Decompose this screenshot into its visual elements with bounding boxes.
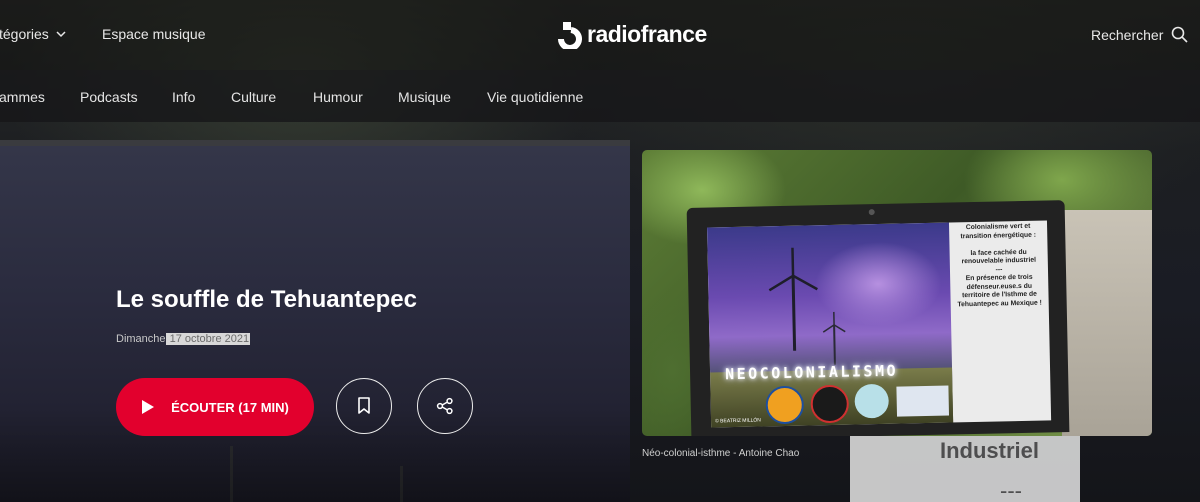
espace-musique-link[interactable]: Espace musique bbox=[102, 26, 206, 42]
logo-badge bbox=[896, 385, 950, 417]
background-turbine bbox=[400, 466, 403, 502]
bookmark-button[interactable] bbox=[336, 378, 392, 434]
background-turbine bbox=[230, 446, 233, 502]
episode-day: Dimanche bbox=[116, 333, 166, 345]
background-laptop-screen bbox=[0, 140, 630, 502]
laptop-camera bbox=[868, 209, 875, 216]
search-label: Rechercher bbox=[1091, 26, 1164, 43]
search-button[interactable]: Rechercher bbox=[1091, 26, 1188, 43]
radiofrance-logo-icon bbox=[558, 22, 582, 49]
bookmark-icon bbox=[358, 397, 370, 414]
logo-text: radiofrance bbox=[587, 20, 707, 47]
episode-date-value: 17 octobre 2021 bbox=[165, 333, 251, 345]
nav-item-vie-quotidienne[interactable]: Vie quotidienne bbox=[487, 89, 583, 105]
background-slide-dash: --- bbox=[1000, 478, 1022, 502]
share-button[interactable] bbox=[417, 378, 473, 434]
cover-caption: Néo-colonial-isthme - Antoine Chao bbox=[642, 448, 800, 459]
listen-button[interactable]: ÉCOUTER (17 MIN) bbox=[116, 378, 314, 436]
search-icon bbox=[1172, 26, 1188, 43]
nav-item-musique[interactable]: Musique bbox=[398, 89, 451, 105]
nav-item-programmes[interactable]: ammes bbox=[0, 89, 45, 105]
categories-menu[interactable]: tégories bbox=[0, 26, 67, 42]
radiofrance-logo[interactable]: radiofrance bbox=[557, 19, 707, 49]
episode-date: Dimanche 17 octobre 2021 bbox=[116, 333, 251, 345]
slide-photo: NEOCOLONIALISMO © BEATRIZ MILLÓN bbox=[707, 222, 954, 428]
slide-copyright: © BEATRIZ MILLÓN bbox=[715, 417, 761, 425]
categories-label: tégories bbox=[0, 26, 49, 42]
slide-title: NEOCOLONIALISMO bbox=[724, 361, 899, 384]
slide-text: Colonialisme vert et transition énergéti… bbox=[957, 222, 1042, 308]
cover-laptop: NEOCOLONIALISMO © BEATRIZ MILLÓN Colonia… bbox=[686, 200, 1070, 436]
top-header: tégories Espace musique radiofrance Rech… bbox=[0, 0, 1200, 70]
listen-label: ÉCOUTER (17 MIN) bbox=[171, 399, 289, 415]
laptop-screen: NEOCOLONIALISMO © BEATRIZ MILLÓN Colonia… bbox=[707, 220, 1052, 428]
episode-cover-image: NEOCOLONIALISMO © BEATRIZ MILLÓN Colonia… bbox=[642, 150, 1152, 436]
cover-wall bbox=[1062, 210, 1152, 436]
nav-item-info[interactable]: Info bbox=[172, 89, 195, 105]
nav-item-culture[interactable]: Culture bbox=[231, 89, 276, 105]
share-icon bbox=[436, 397, 453, 415]
main-nav: ammes Podcasts Info Culture Humour Musiq… bbox=[0, 70, 1200, 122]
play-icon bbox=[142, 400, 155, 414]
nav-item-podcasts[interactable]: Podcasts bbox=[80, 89, 138, 105]
wind-turbine-icon bbox=[768, 247, 818, 351]
episode-title: Le souffle de Tehuantepec bbox=[116, 286, 417, 313]
background-slide-word: Industriel bbox=[940, 438, 1040, 463]
nav-item-humour[interactable]: Humour bbox=[313, 89, 363, 105]
espace-musique-label: Espace musique bbox=[102, 26, 206, 42]
wind-turbine-icon bbox=[822, 311, 846, 365]
chevron-down-icon bbox=[56, 31, 66, 38]
